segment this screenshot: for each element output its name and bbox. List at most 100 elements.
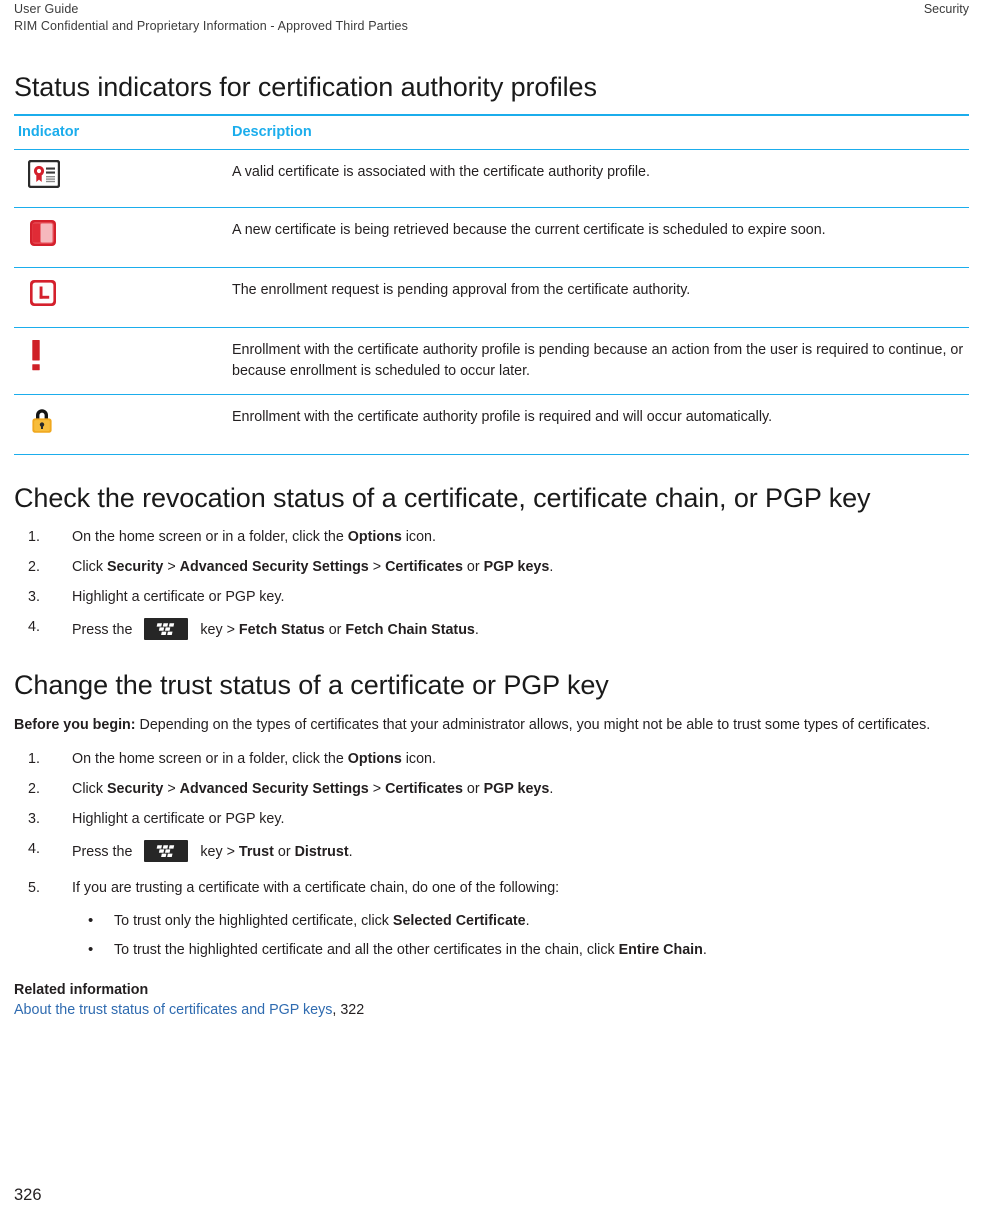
step-item: Press the key > Trust or Distrust. <box>14 839 969 869</box>
list-item: To trust only the highlighted certificat… <box>72 910 969 932</box>
plain-text: icon. <box>401 529 436 545</box>
section-title-check-revocation-status: Check the revocation status of a certifi… <box>14 483 871 513</box>
table-row: A new certificate is being retrieved bec… <box>14 207 969 268</box>
plain-text: > <box>368 559 386 575</box>
emphasis-text: Selected Certificate <box>392 913 526 929</box>
section-title-change-trust-status: Change the trust status of a certificate… <box>14 670 609 700</box>
emphasis-text: Trust <box>238 844 274 860</box>
table-header-row: Indicator Description <box>14 114 969 150</box>
plain-text: . <box>549 781 554 797</box>
section-title-status-indicators: Status indicators for certification auth… <box>14 72 597 102</box>
emphasis-text: Fetch Status <box>238 622 325 638</box>
clock-pending-icon <box>28 278 58 308</box>
bullet-text: To trust only the highlighted certificat… <box>114 913 530 929</box>
plain-text: Highlight a certificate or PGP key. <box>72 589 285 605</box>
emphasis-text: Options <box>347 529 402 545</box>
step-text: key > Trust or Distrust. <box>200 844 352 860</box>
indicator-description: Enrollment with the certificate authorit… <box>228 394 969 455</box>
emphasis-text: Options <box>347 751 402 767</box>
plain-text: . <box>474 622 479 638</box>
lock-icon <box>28 405 56 435</box>
blackberry-menu-key-icon <box>144 618 189 647</box>
indicator-description: Enrollment with the certificate authorit… <box>228 327 969 395</box>
related-link[interactable]: About the trust status of certificates a… <box>14 1002 332 1018</box>
plain-text: . <box>702 942 707 958</box>
emphasis-text: Certificates <box>385 559 463 575</box>
emphasis-text: Security <box>106 559 164 575</box>
step-text: Click Security > Advanced Security Setti… <box>72 781 553 797</box>
step-text: Highlight a certificate or PGP key. <box>72 811 284 827</box>
plain-text: If you are trusting a certificate with a… <box>72 880 560 896</box>
step-text: Highlight a certificate or PGP key. <box>72 589 284 605</box>
plain-text: Click <box>72 559 107 575</box>
before-you-begin-text: Depending on the types of certificates t… <box>135 717 931 733</box>
emphasis-text: Security <box>106 781 164 797</box>
step-item: Press the key > Fetch Status or Fetch Ch… <box>14 617 969 647</box>
plain-text: or <box>273 844 295 860</box>
plain-text: To trust the highlighted certificate and… <box>114 942 619 958</box>
plain-text: icon. <box>401 751 436 767</box>
emphasis-text: Distrust <box>294 844 349 860</box>
step-text: If you are trusting a certificate with a… <box>72 880 559 896</box>
step-text: On the home screen or in a folder, click… <box>72 751 436 767</box>
table-row: A valid certificate is associated with t… <box>14 149 969 208</box>
certificate-renewing-icon <box>28 218 58 248</box>
status-indicators-table: Indicator Description A valid certificat… <box>14 114 969 455</box>
running-header-chapter: Security <box>923 2 969 16</box>
plain-text: > <box>368 781 386 797</box>
step-item: If you are trusting a certificate with a… <box>14 878 969 961</box>
sub-bullet-list: To trust only the highlighted certificat… <box>72 910 969 961</box>
document-page: User Guide RIM Confidential and Propriet… <box>0 0 983 1213</box>
related-link-page: , 322 <box>332 1002 365 1018</box>
steps-list-check-revocation: On the home screen or in a folder, click… <box>14 527 969 647</box>
running-header-line2: RIM Confidential and Proprietary Informa… <box>14 18 408 33</box>
indicator-cell <box>14 149 228 208</box>
step-item: Highlight a certificate or PGP key. <box>14 809 969 830</box>
step-item: Click Security > Advanced Security Setti… <box>14 779 969 800</box>
plain-text: On the home screen or in a folder, click… <box>72 529 348 545</box>
related-information-heading: Related information <box>14 982 149 998</box>
list-item: To trust the highlighted certificate and… <box>72 939 969 961</box>
plain-text: Highlight a certificate or PGP key. <box>72 811 285 827</box>
emphasis-text: Certificates <box>385 781 463 797</box>
plain-text: > <box>163 559 180 575</box>
plain-text: or <box>324 622 346 638</box>
page-number: 326 <box>14 1186 42 1204</box>
step-text: On the home screen or in a folder, click… <box>72 529 436 545</box>
table-row: Enrollment with the certificate authorit… <box>14 394 969 455</box>
running-header: User Guide RIM Confidential and Propriet… <box>14 0 969 44</box>
indicator-description: The enrollment request is pending approv… <box>228 267 969 328</box>
table-row: The enrollment request is pending approv… <box>14 267 969 328</box>
before-you-begin-note: Before you begin: Depending on the types… <box>14 715 969 736</box>
step-prefix-text: Press the <box>72 622 133 638</box>
plain-text: . <box>549 559 554 575</box>
plain-text: Click <box>72 781 107 797</box>
plain-text: or <box>462 559 484 575</box>
steps-list-change-trust: On the home screen or in a folder, click… <box>14 749 969 961</box>
bullet-text: To trust the highlighted certificate and… <box>114 942 707 958</box>
related-information-link-row: About the trust status of certificates a… <box>14 1000 969 1021</box>
step-text: key > Fetch Status or Fetch Chain Status… <box>200 622 478 638</box>
step-item: Click Security > Advanced Security Setti… <box>14 557 969 578</box>
indicator-cell <box>14 207 228 268</box>
plain-text: . <box>525 913 530 929</box>
indicator-cell <box>14 327 228 395</box>
indicator-description: A new certificate is being retrieved bec… <box>228 207 969 268</box>
blackberry-menu-key-icon <box>144 840 189 869</box>
column-header-indicator: Indicator <box>14 114 228 150</box>
step-item: On the home screen or in a folder, click… <box>14 749 969 770</box>
certificate-seal-icon <box>27 159 61 189</box>
plain-text: key > <box>200 844 239 860</box>
plain-text: On the home screen or in a folder, click… <box>72 751 348 767</box>
step-text: Click Security > Advanced Security Setti… <box>72 559 553 575</box>
plain-text: . <box>348 844 353 860</box>
table-row: Enrollment with the certificate authorit… <box>14 327 969 395</box>
step-prefix-text: Press the <box>72 844 133 860</box>
emphasis-text: Fetch Chain Status <box>345 622 475 638</box>
exclamation-icon <box>28 338 44 372</box>
plain-text: To trust only the highlighted certificat… <box>114 913 393 929</box>
plain-text: or <box>462 781 484 797</box>
plain-text: key > <box>200 622 239 638</box>
emphasis-text: Entire Chain <box>618 942 703 958</box>
before-you-begin-label: Before you begin: <box>14 717 136 733</box>
